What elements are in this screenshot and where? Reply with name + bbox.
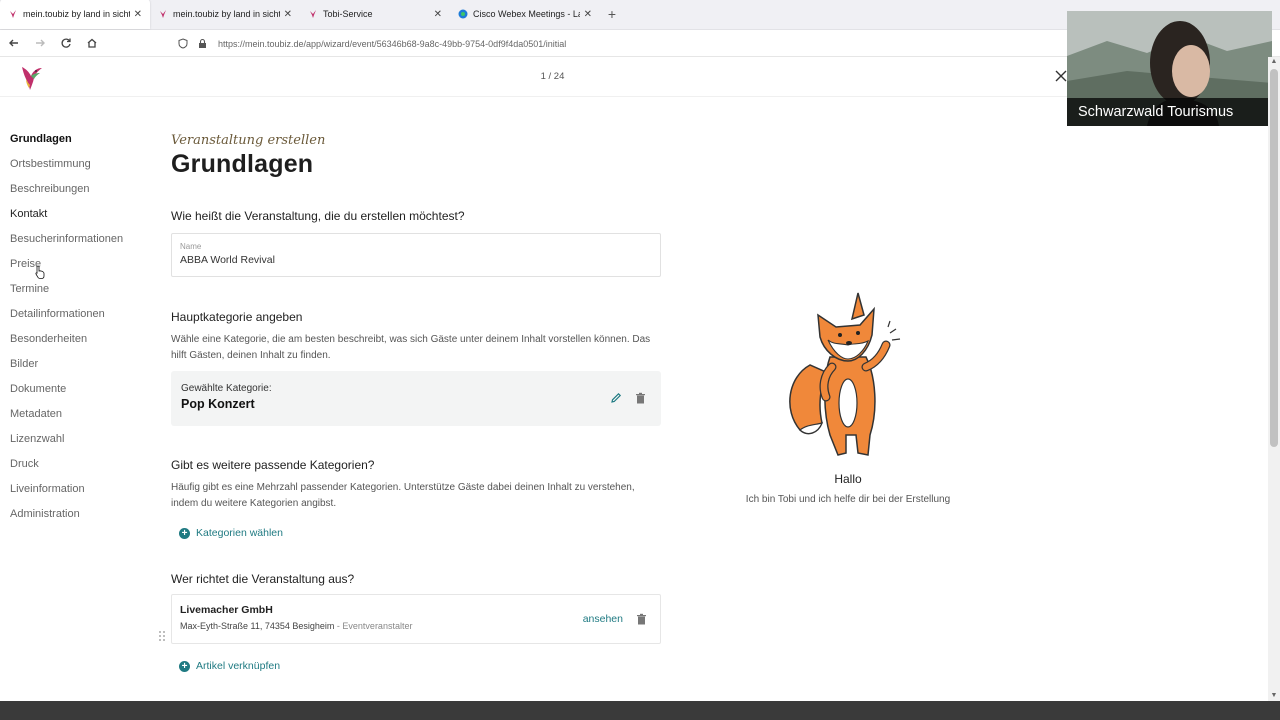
event-name-label: Name — [180, 242, 202, 251]
sidebar-item-ortsbestimmung[interactable]: Ortsbestimmung — [10, 155, 150, 180]
selected-category-label: Gewählte Kategorie: — [181, 383, 272, 394]
browser-tab-1[interactable]: mein.toubiz by land in sicht ✕ — [150, 0, 300, 29]
reload-icon[interactable] — [54, 31, 78, 55]
name-question: Wie heißt die Veranstaltung, die du erst… — [171, 209, 465, 223]
delete-trash-icon[interactable] — [635, 612, 648, 625]
sidebar-item-grundlagen[interactable]: Grundlagen — [10, 130, 150, 155]
plus-circle-icon: + — [179, 527, 190, 539]
plus-circle-icon: + — [179, 660, 190, 672]
home-icon[interactable] — [80, 31, 104, 55]
shield-icon[interactable] — [178, 38, 192, 49]
delete-trash-icon[interactable] — [634, 391, 647, 404]
scroll-up-arrow-icon[interactable]: ▲ — [1268, 57, 1280, 67]
scroll-thumb[interactable] — [1270, 69, 1278, 447]
webex-icon — [458, 9, 468, 19]
helper-greeting: Hallo — [834, 472, 862, 486]
organizer-card: Livemacher GmbH Max-Eyth-Straße 11, 7435… — [171, 594, 661, 644]
organizer-question: Wer richtet die Veranstaltung aus? — [171, 572, 355, 586]
helper-text: Ich bin Tobi und ich helfe dir bei der E… — [745, 494, 951, 505]
new-tab-button[interactable]: + — [600, 0, 624, 29]
toubiz-bird-icon — [160, 10, 166, 18]
browser-tab-0[interactable]: mein.toubiz by land in sicht ✕ — [0, 0, 150, 29]
link-article-button[interactable]: + Artikel verknüpfen — [179, 660, 661, 672]
event-name-value[interactable]: ABBA World Revival — [180, 254, 652, 266]
choose-categories-label: Kategorien wählen — [196, 527, 283, 539]
sidebar-item-bilder[interactable]: Bilder — [10, 355, 150, 380]
main-category-description: Wähle eine Kategorie, die am besten besc… — [171, 334, 651, 361]
link-article-label: Artikel verknüpfen — [196, 660, 281, 672]
tab-title: Cisco Webex Meetings - Landing — [473, 9, 580, 19]
sidebar-item-besucherinformationen[interactable]: Besucherinformationen — [10, 230, 150, 255]
webcam-video-tile: Schwarzwald Tourismus — [1067, 11, 1272, 126]
event-name-field[interactable]: Name ABBA World Revival — [171, 233, 661, 277]
sidebar-item-kontakt[interactable]: Kontakt — [10, 205, 150, 230]
step-indicator: 1 / 24 — [540, 71, 565, 82]
scroll-down-arrow-icon[interactable]: ▼ — [1268, 691, 1280, 701]
category-actions — [609, 391, 647, 404]
more-categories-question: Gibt es weitere passende Kategorien? — [171, 458, 375, 472]
main-content: Veranstaltung erstellen Grundlagen Wie h… — [171, 130, 661, 672]
organizer-role: - Eventveranstalter — [336, 621, 413, 631]
organizer-address: Max-Eyth-Straße 11, 74354 Besigheim — [180, 621, 335, 631]
edit-pencil-icon[interactable] — [609, 391, 622, 404]
organizer-actions: ansehen — [583, 612, 648, 625]
back-arrow-icon[interactable] — [2, 31, 26, 55]
browser-tab-2[interactable]: Tobi-Service ✕ — [300, 0, 450, 29]
sidebar-item-detailinformationen[interactable]: Detailinformationen — [10, 305, 150, 330]
close-tab-icon[interactable]: ✕ — [584, 9, 592, 20]
organizer-address-line: Max-Eyth-Straße 11, 74354 Besigheim - Ev… — [180, 621, 652, 631]
page-title: Grundlagen — [171, 150, 314, 178]
forward-arrow-icon[interactable] — [28, 31, 52, 55]
selected-category-box: Gewählte Kategorie: Pop Konzert — [171, 371, 661, 426]
webcam-participant-name: Schwarzwald Tourismus — [1067, 98, 1272, 126]
tab-title: mein.toubiz by land in sicht — [173, 9, 280, 19]
close-tab-icon[interactable]: ✕ — [284, 9, 292, 20]
url-text: https://mein.toubiz.de/app/wizard/event/… — [218, 38, 567, 49]
wizard-sidebar: Grundlagen Ortsbestimmung Beschreibungen… — [10, 130, 150, 530]
sidebar-item-administration[interactable]: Administration — [10, 505, 150, 530]
sidebar-item-liveinformation[interactable]: Liveinformation — [10, 480, 150, 505]
main-category-question: Hauptkategorie angeben — [171, 310, 303, 324]
lock-icon[interactable] — [198, 38, 212, 49]
sidebar-item-dokumente[interactable]: Dokumente — [10, 380, 150, 405]
close-tab-icon[interactable]: ✕ — [434, 9, 442, 20]
sidebar-item-beschreibungen[interactable]: Beschreibungen — [10, 180, 150, 205]
view-organizer-link[interactable]: ansehen — [583, 613, 623, 625]
toubiz-bird-icon — [10, 10, 16, 18]
sidebar-item-metadaten[interactable]: Metadaten — [10, 405, 150, 430]
sidebar-item-termine[interactable]: Termine — [10, 280, 150, 305]
toubiz-bird-icon — [310, 10, 316, 18]
browser-tab-3[interactable]: Cisco Webex Meetings - Landing ✕ — [450, 0, 600, 29]
sidebar-item-preise[interactable]: Preise — [10, 255, 150, 280]
fox-mascot-icon — [789, 292, 901, 456]
page-scrollbar[interactable]: ▲ ▼ — [1268, 57, 1280, 701]
sidebar-item-druck[interactable]: Druck — [10, 455, 150, 480]
hand-cursor-icon — [35, 265, 45, 279]
bottom-bar — [0, 701, 1280, 720]
organizer-name: Livemacher GmbH — [180, 604, 273, 616]
sidebar-item-besonderheiten[interactable]: Besonderheiten — [10, 330, 150, 355]
tab-title: Tobi-Service — [323, 9, 373, 19]
selected-category-value: Pop Konzert — [181, 397, 255, 411]
address-bar[interactable]: https://mein.toubiz.de/app/wizard/event/… — [178, 34, 1078, 53]
tab-title: mein.toubiz by land in sicht — [23, 9, 130, 19]
page-eyebrow: Veranstaltung erstellen — [171, 133, 326, 148]
drag-handle-icon[interactable] — [158, 630, 166, 642]
helper-panel: Hallo Ich bin Tobi und ich helfe dir bei… — [700, 285, 996, 505]
choose-categories-button[interactable]: + Kategorien wählen — [179, 527, 661, 539]
more-categories-description: Häufig gibt es eine Mehrzahl passender K… — [171, 482, 635, 509]
sidebar-item-lizenzwahl[interactable]: Lizenzwahl — [10, 430, 150, 455]
close-tab-icon[interactable]: ✕ — [134, 9, 142, 20]
